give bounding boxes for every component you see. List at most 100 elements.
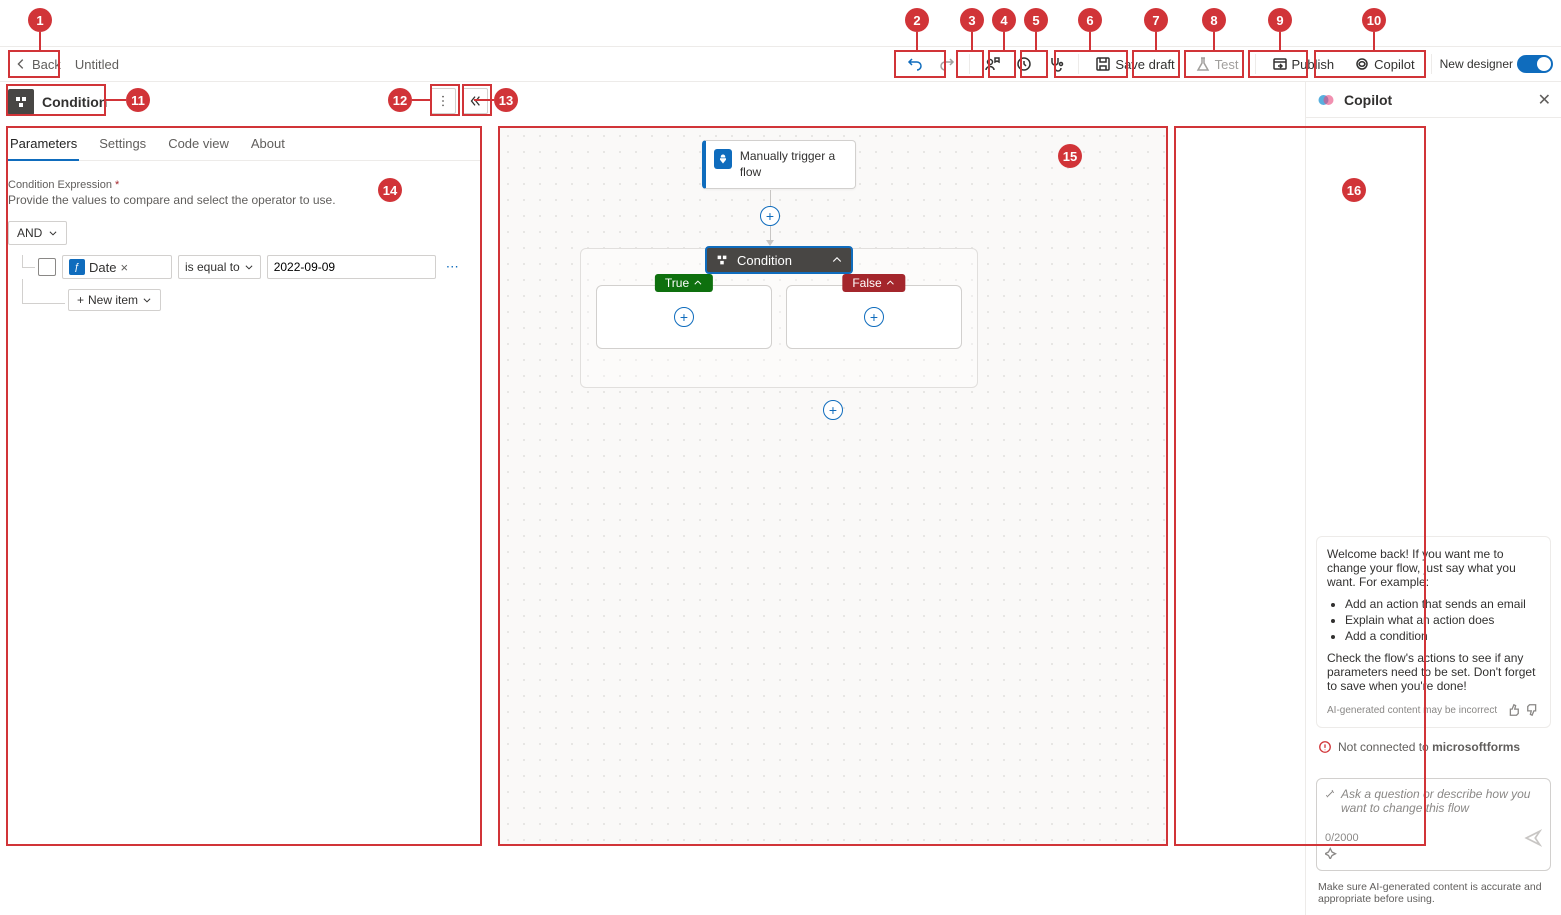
copilot-input-placeholder: Ask a question or describe how you want …: [1325, 787, 1542, 815]
tab-settings[interactable]: Settings: [97, 128, 148, 160]
add-step-button[interactable]: +: [760, 206, 780, 226]
callout-11: 11: [126, 88, 150, 112]
connector-line: [770, 226, 771, 240]
undo-button[interactable]: [901, 50, 929, 78]
copilot-suggestion: Add an action that sends an email: [1345, 597, 1540, 611]
trigger-card[interactable]: Manually trigger a flow: [702, 140, 856, 189]
condition-card-label: Condition: [737, 253, 792, 268]
flow-title[interactable]: Untitled: [75, 57, 119, 72]
person-feedback-icon: [984, 56, 1000, 72]
copilot-header: Copilot ✕: [1306, 82, 1561, 118]
condition-row: ƒDate× is equal to ⋯: [8, 255, 480, 279]
chevron-up-icon: [693, 278, 703, 288]
row-more-button[interactable]: ⋯: [442, 259, 463, 275]
callout-6: 6: [1078, 8, 1102, 32]
separator: [969, 54, 970, 74]
callout-4: 4: [992, 8, 1016, 32]
false-branch[interactable]: False +: [786, 285, 962, 349]
callout-7: 7: [1144, 8, 1168, 32]
char-counter: 0/2000: [1325, 832, 1359, 844]
true-branch-label[interactable]: True: [655, 274, 713, 292]
trigger-icon: [714, 149, 732, 169]
callout-3: 3: [960, 8, 984, 32]
sparkle-icon[interactable]: [1325, 845, 1339, 859]
operator-dropdown[interactable]: is equal to: [178, 255, 261, 279]
flow-canvas[interactable]: Manually trigger a flow + True + False +…: [500, 128, 1166, 844]
fx-icon: ƒ: [69, 259, 85, 275]
add-step-after-button[interactable]: +: [823, 400, 843, 420]
tab-parameters[interactable]: Parameters: [8, 128, 79, 161]
copilot-suggestion: Explain what an action does: [1345, 613, 1540, 627]
row-checkbox[interactable]: [38, 258, 56, 276]
publish-button[interactable]: Publish: [1264, 50, 1343, 78]
add-action-false-button[interactable]: +: [864, 307, 884, 327]
redo-button[interactable]: [933, 50, 961, 78]
undo-icon: [907, 56, 923, 72]
save-draft-button[interactable]: Save draft: [1087, 50, 1182, 78]
copilot-logo-icon: [1316, 90, 1336, 110]
thumbs-up-icon[interactable]: [1506, 703, 1520, 717]
test-label: Test: [1215, 57, 1239, 72]
connection-warning: Not connected to microsoftforms: [1318, 740, 1549, 754]
chevron-down-icon: [48, 228, 58, 238]
test-button[interactable]: Test: [1187, 50, 1247, 78]
copilot-title: Copilot: [1344, 92, 1392, 108]
callout-5: 5: [1024, 8, 1048, 32]
stethoscope-icon: [1048, 56, 1064, 72]
logic-operator-dropdown[interactable]: AND: [8, 221, 67, 245]
panel-header: Condition: [8, 86, 107, 118]
send-icon[interactable]: [1524, 829, 1542, 847]
panel-body: Parameters Settings Code view About Cond…: [8, 128, 480, 311]
new-item-label: New item: [88, 293, 138, 307]
copilot-button[interactable]: Copilot: [1346, 50, 1422, 78]
version-history-button[interactable]: [1010, 50, 1038, 78]
chevron-down-icon: [142, 295, 152, 305]
callout-10: 10: [1362, 8, 1386, 32]
copilot-close-button[interactable]: ✕: [1538, 90, 1551, 110]
tab-about[interactable]: About: [249, 128, 287, 160]
copilot-input-box[interactable]: Ask a question or describe how you want …: [1316, 778, 1551, 871]
back-button[interactable]: Back: [8, 50, 67, 78]
field-help: Provide the values to compare and select…: [8, 193, 480, 207]
chevron-down-icon: [244, 262, 254, 272]
panel-tabs: Parameters Settings Code view About: [8, 128, 480, 161]
warning-icon: [1318, 740, 1332, 754]
field-label: Condition Expression *: [8, 179, 480, 191]
copilot-suggestion-list: Add an action that sends an email Explai…: [1327, 597, 1540, 643]
feedback-button[interactable]: [978, 50, 1006, 78]
callout-2: 2: [905, 8, 929, 32]
thumbs-down-icon[interactable]: [1526, 703, 1540, 717]
redo-icon: [939, 56, 955, 72]
new-item-button[interactable]: + New item: [68, 289, 161, 311]
trigger-label: Manually trigger a flow: [740, 149, 847, 180]
true-branch[interactable]: True +: [596, 285, 772, 349]
arrow-left-icon: [14, 57, 28, 71]
condition-icon: [8, 89, 34, 115]
operator-label: is equal to: [185, 260, 240, 274]
collapse-panel-button[interactable]: [462, 88, 488, 114]
condition-card[interactable]: Condition: [705, 246, 853, 274]
new-designer-toggle[interactable]: [1517, 55, 1553, 73]
new-item-row: + New item: [8, 289, 480, 311]
top-bar: Back Untitled Save draft Test Publish Co…: [0, 46, 1561, 82]
more-actions-button[interactable]: [430, 88, 456, 114]
publish-icon: [1272, 56, 1288, 72]
token-remove-icon[interactable]: ×: [120, 260, 128, 275]
operand-left-input[interactable]: ƒDate×: [62, 255, 172, 279]
save-draft-label: Save draft: [1115, 57, 1174, 72]
top-right-group: Save draft Test Publish Copilot New desi…: [901, 50, 1553, 78]
save-icon: [1095, 56, 1111, 72]
copilot-panel: Copilot ✕ Welcome back! If you want me t…: [1305, 82, 1561, 915]
logic-operator-label: AND: [17, 226, 42, 240]
add-action-true-button[interactable]: +: [674, 307, 694, 327]
chevron-up-icon: [886, 278, 896, 288]
flow-checker-button[interactable]: [1042, 50, 1070, 78]
separator: [1255, 54, 1256, 74]
copilot-input-footer: 0/2000: [1325, 829, 1542, 847]
operand-right-input[interactable]: [267, 255, 436, 279]
false-branch-label[interactable]: False: [842, 274, 905, 292]
tab-code-view[interactable]: Code view: [166, 128, 231, 160]
plus-icon: +: [77, 293, 84, 307]
back-label: Back: [32, 57, 61, 72]
panel-title: Condition: [42, 94, 107, 110]
